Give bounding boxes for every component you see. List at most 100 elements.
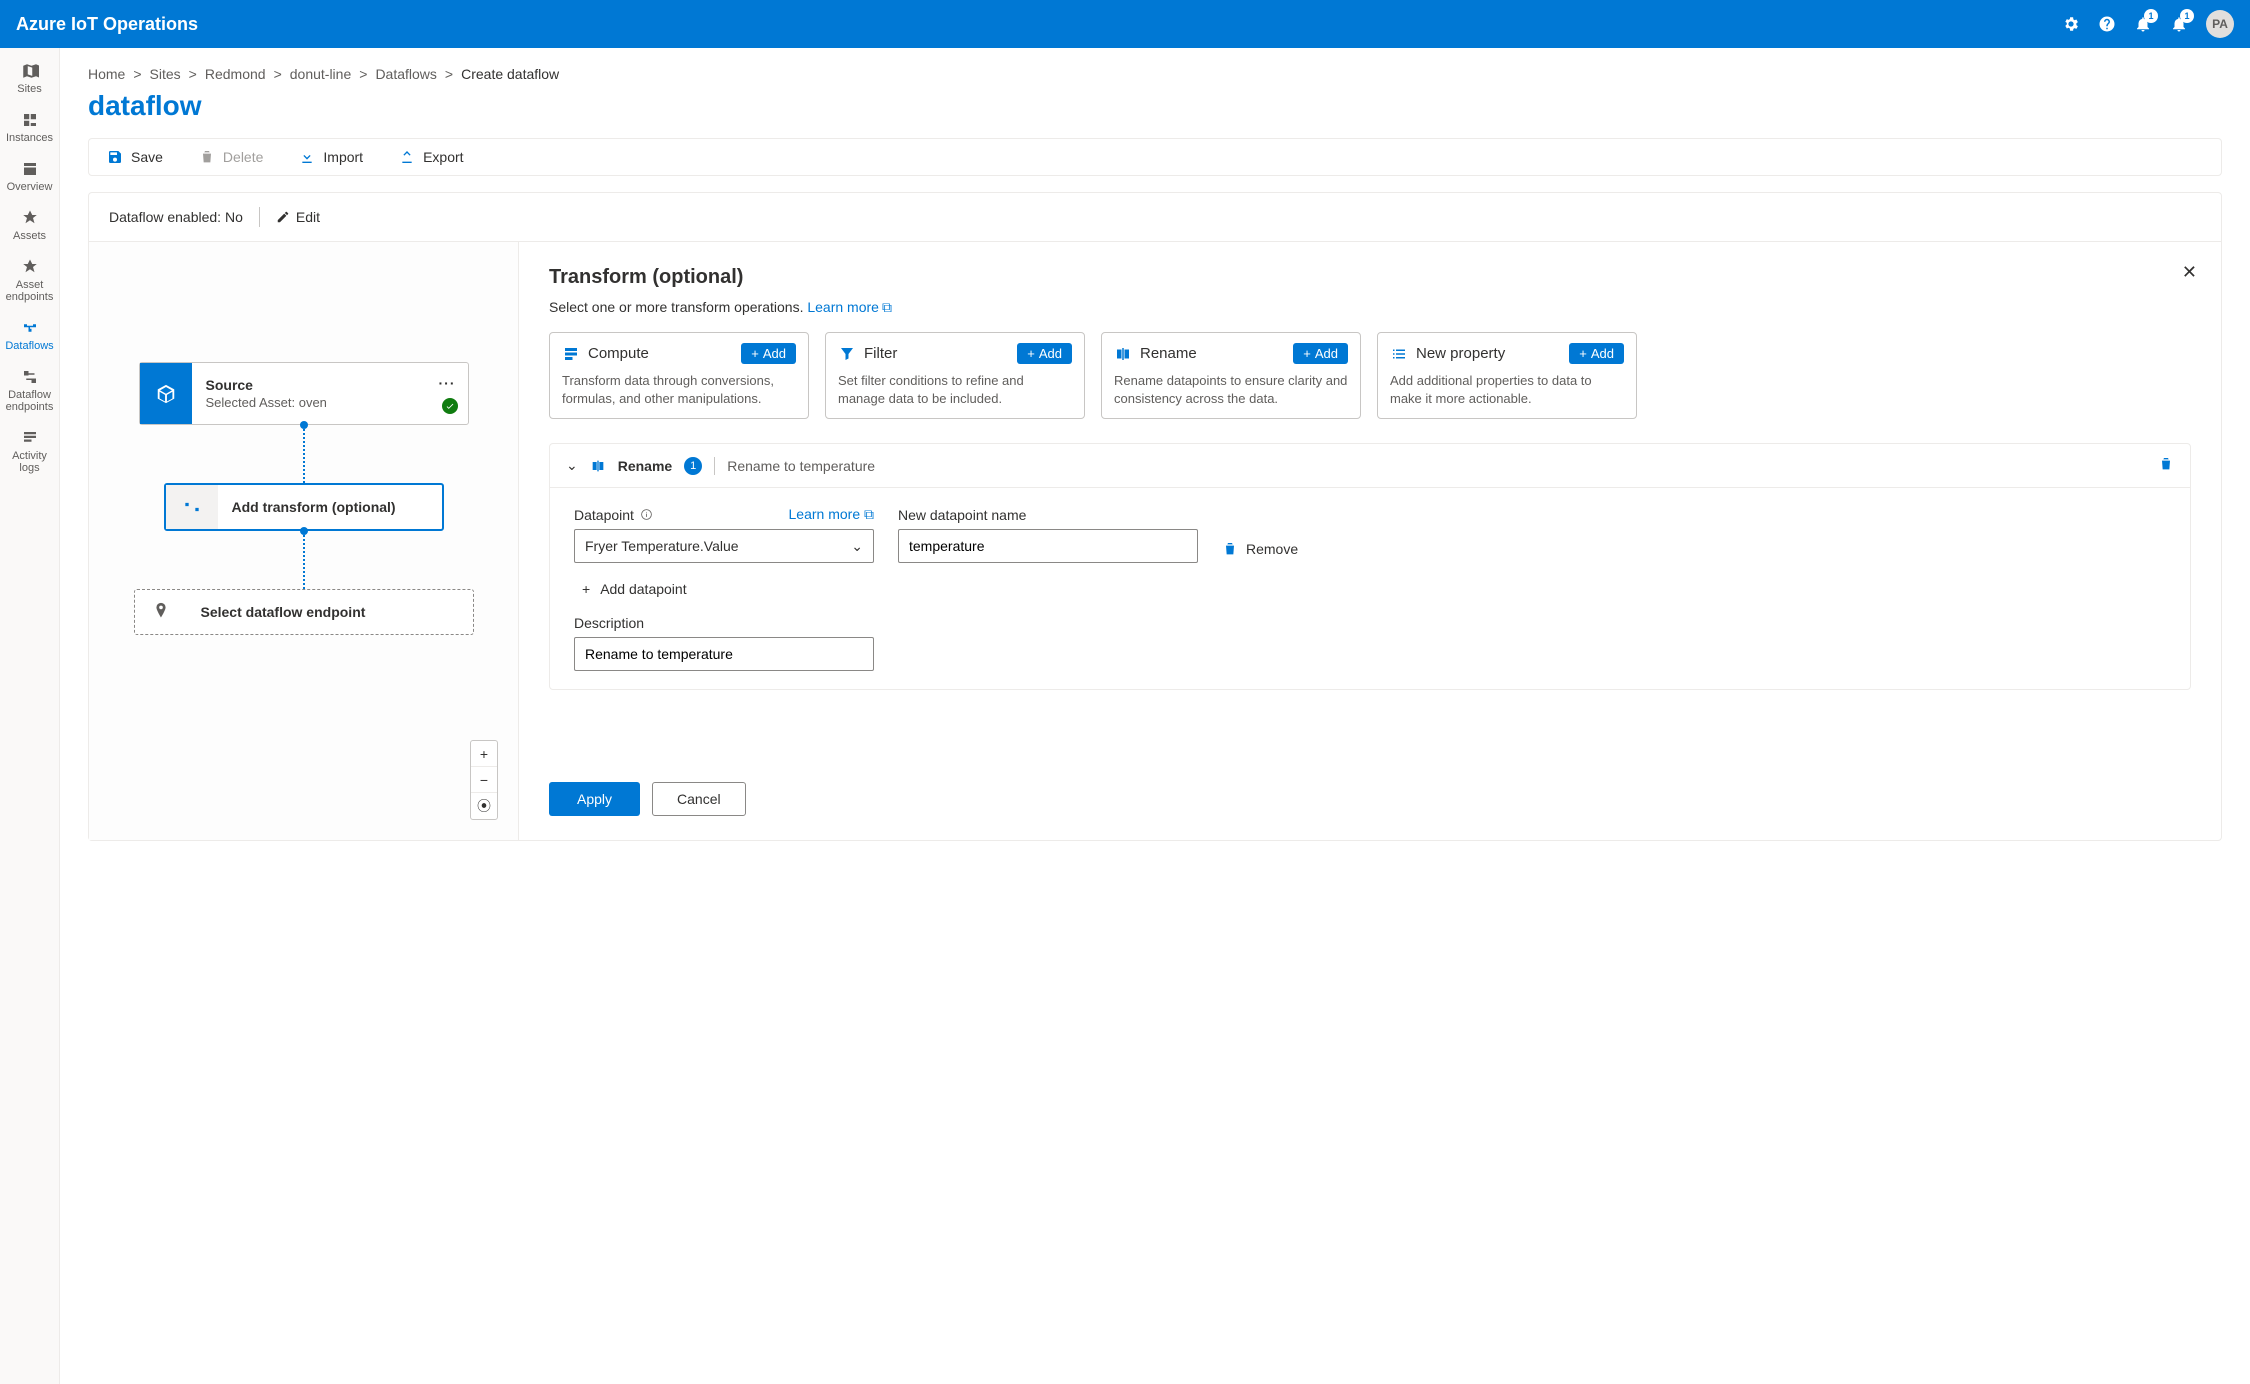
nav-dataflows[interactable]: Dataflows: [0, 311, 59, 360]
nav-overview[interactable]: Overview: [0, 152, 59, 201]
new-name-label: New datapoint name: [898, 507, 1198, 523]
endpoint-node[interactable]: Select dataflow endpoint: [134, 589, 474, 635]
description-label: Description: [574, 615, 2166, 631]
new-name-input[interactable]: [898, 529, 1198, 563]
transform-node-title: Add transform (optional): [232, 499, 428, 515]
rename-icon: [1114, 345, 1132, 363]
page-title: dataflow: [88, 90, 2222, 122]
add-datapoint-button[interactable]: + Add datapoint: [582, 581, 2166, 597]
instances-icon: [21, 111, 39, 129]
close-panel-button[interactable]: ✕: [2182, 262, 2197, 283]
asset-endpoints-icon: [21, 258, 39, 276]
main-content: Home> Sites> Redmond> donut-line> Datafl…: [60, 48, 2250, 1384]
new-property-card: New property + Add Add additional proper…: [1377, 332, 1637, 419]
delete-button: Delete: [199, 149, 263, 165]
datapoint-select[interactable]: Fryer Temperature.Value ⌄: [574, 529, 874, 563]
nav-asset-endpoints[interactable]: Asset endpoints: [0, 250, 59, 311]
nav-activity-logs[interactable]: Activity logs: [0, 421, 59, 482]
source-node[interactable]: Source Selected Asset: oven ···: [139, 362, 469, 425]
breadcrumb-sites[interactable]: Sites: [150, 66, 181, 82]
filter-icon: [838, 345, 856, 363]
nav-dataflow-endpoints[interactable]: Dataflow endpoints: [0, 360, 59, 421]
breadcrumb-home[interactable]: Home: [88, 66, 125, 82]
filter-card: Filter + Add Set filter conditions to re…: [825, 332, 1085, 419]
side-nav: Sites Instances Overview Assets Asset en…: [0, 48, 60, 1384]
compute-card: Compute + Add Transform data through con…: [549, 332, 809, 419]
datapoint-label: Datapoint: [574, 507, 653, 523]
import-icon: [299, 149, 315, 165]
rename-card: Rename + Add Rename datapoints to ensure…: [1101, 332, 1361, 419]
zoom-out-button[interactable]: −: [471, 767, 497, 793]
export-button[interactable]: Export: [399, 149, 463, 165]
rename-op-subtitle: Rename to temperature: [727, 458, 875, 474]
zoom-controls: + − ⦿: [470, 740, 498, 820]
transform-icon: [182, 497, 202, 517]
compute-icon: [562, 345, 580, 363]
notifications-icon[interactable]: 1: [2134, 15, 2152, 33]
info-icon: [640, 508, 653, 521]
transform-panel: ✕ Transform (optional) Select one or mor…: [519, 242, 2221, 840]
trash-icon: [1222, 541, 1238, 557]
source-node-more[interactable]: ···: [439, 375, 456, 391]
endpoint-icon: [150, 601, 172, 623]
rename-operation: ⌄ Rename 1 Rename to temperature: [549, 443, 2191, 690]
cancel-button[interactable]: Cancel: [652, 782, 746, 816]
breadcrumb-current: Create dataflow: [461, 66, 559, 82]
delete-rename-button[interactable]: [2158, 456, 2174, 475]
dataflow-enabled-label: Dataflow enabled: No: [109, 209, 243, 225]
trash-icon: [199, 149, 215, 165]
nav-instances[interactable]: Instances: [0, 103, 59, 152]
alert-badge: 1: [2180, 9, 2194, 23]
status-bar: Dataflow enabled: No Edit: [88, 192, 2222, 241]
chevron-down-icon[interactable]: ⌄: [566, 457, 578, 474]
dataflow-endpoints-icon: [21, 368, 39, 386]
save-button[interactable]: Save: [107, 149, 163, 165]
map-icon: [21, 62, 39, 80]
toolbar: Save Delete Import Export: [88, 138, 2222, 176]
trash-icon: [2158, 456, 2174, 472]
notification-badge: 1: [2144, 9, 2158, 23]
user-avatar[interactable]: PA: [2206, 10, 2234, 38]
dataflow-canvas: Source Selected Asset: oven ··· Add tran…: [89, 242, 519, 840]
endpoint-node-title: Select dataflow endpoint: [201, 604, 459, 620]
settings-icon[interactable]: [2062, 15, 2080, 33]
help-icon[interactable]: [2098, 15, 2116, 33]
breadcrumb-redmond[interactable]: Redmond: [205, 66, 266, 82]
activity-logs-icon: [21, 429, 39, 447]
cube-icon: [155, 383, 177, 405]
compute-add-button[interactable]: + Add: [741, 343, 796, 364]
dataflows-icon: [21, 319, 39, 337]
alerts-icon[interactable]: 1: [2170, 15, 2188, 33]
remove-datapoint-button[interactable]: Remove: [1222, 541, 1298, 563]
description-input[interactable]: [574, 637, 874, 671]
rename-add-button[interactable]: + Add: [1293, 343, 1348, 364]
source-node-title: Source: [206, 377, 454, 393]
panel-actions: Apply Cancel: [549, 762, 2191, 816]
filter-add-button[interactable]: + Add: [1017, 343, 1072, 364]
export-icon: [399, 149, 415, 165]
breadcrumb-donut-line[interactable]: donut-line: [290, 66, 352, 82]
header-actions: 1 1 PA: [2062, 10, 2234, 38]
breadcrumb: Home> Sites> Redmond> donut-line> Datafl…: [88, 66, 2222, 82]
nav-sites[interactable]: Sites: [0, 54, 59, 103]
rename-count-badge: 1: [684, 457, 702, 475]
panel-title: Transform (optional): [549, 266, 2191, 289]
app-title: Azure IoT Operations: [16, 14, 198, 35]
datapoint-learn-more-link[interactable]: Learn more ⧉: [789, 506, 874, 523]
panel-description: Select one or more transform operations.…: [549, 299, 2191, 316]
transform-node[interactable]: Add transform (optional): [164, 483, 444, 531]
rename-op-title: Rename: [618, 458, 672, 474]
assets-icon: [21, 209, 39, 227]
zoom-fit-button[interactable]: ⦿: [471, 793, 497, 819]
save-icon: [107, 149, 123, 165]
chevron-down-icon: ⌄: [851, 538, 863, 555]
import-button[interactable]: Import: [299, 149, 363, 165]
nav-assets[interactable]: Assets: [0, 201, 59, 250]
rename-icon: [590, 458, 606, 474]
edit-button[interactable]: Edit: [276, 209, 320, 225]
apply-button[interactable]: Apply: [549, 782, 640, 816]
breadcrumb-dataflows[interactable]: Dataflows: [375, 66, 436, 82]
learn-more-link[interactable]: Learn more⧉: [807, 299, 892, 315]
new-property-add-button[interactable]: + Add: [1569, 343, 1624, 364]
zoom-in-button[interactable]: +: [471, 741, 497, 767]
